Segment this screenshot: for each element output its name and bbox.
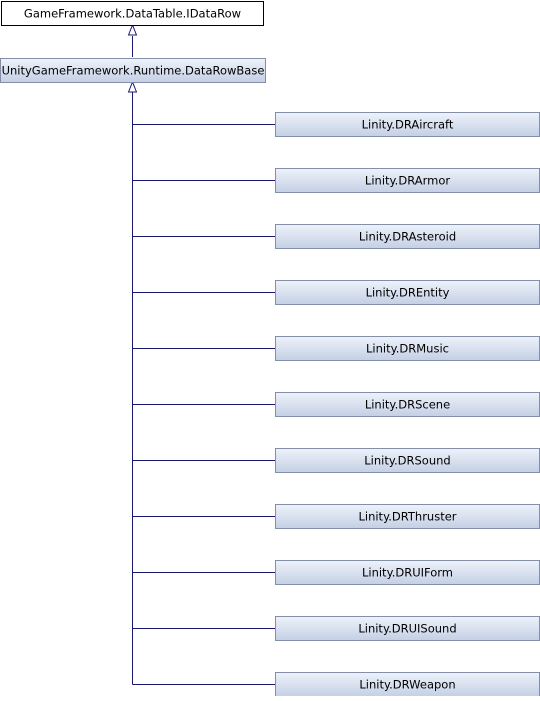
root-interface-node-label: GameFramework.DataTable.IDataRow — [24, 7, 241, 21]
derived-class-node-label: Linity.DRUIForm — [362, 566, 453, 580]
inheritance-arrowhead — [127, 80, 138, 93]
derived-class-node-label: Linity.DRScene — [365, 398, 450, 412]
derived-class-node[interactable]: Linity.DRArmor — [275, 168, 540, 193]
diagram-canvas: Linity.DRAircraft Linity.DRArmor Linity.DR… — [0, 1, 540, 697]
derived-class-node[interactable]: Linity.DRThruster — [275, 504, 540, 529]
derived-class-node[interactable]: Linity.DRMusic — [275, 336, 540, 361]
derived-class-node[interactable]: Linity.DRWeapon — [275, 672, 540, 697]
derived-class-node-label: Linity.DRUISound — [358, 622, 456, 636]
derived-class-node[interactable]: Linity.DRScene — [275, 392, 540, 417]
derived-class-node[interactable]: Linity.DREntity — [275, 280, 540, 305]
base-class-node-label: UnityGameFramework.Runtime.DataRowBase — [2, 64, 265, 78]
root-interface-node[interactable]: GameFramework.DataTable.IDataRow — [1, 1, 264, 26]
derived-class-node-label: Linity.DRThruster — [358, 510, 456, 524]
derived-class-node-label: Linity.DRWeapon — [359, 678, 455, 692]
derived-class-node[interactable]: Linity.DRAsteroid — [275, 224, 540, 249]
derived-class-node-label: Linity.DRSound — [364, 454, 450, 468]
derived-class-node[interactable]: Linity.DRUISound — [275, 616, 540, 641]
derived-class-node-label: Linity.DRMusic — [366, 342, 449, 356]
inheritance-edges — [127, 23, 275, 685]
derived-class-node[interactable]: Linity.DRUIForm — [275, 560, 540, 585]
derived-class-node[interactable]: Linity.DRAircraft — [275, 112, 540, 137]
base-class-node[interactable]: UnityGameFramework.Runtime.DataRowBase — [0, 58, 266, 83]
inheritance-arrowhead — [127, 23, 138, 36]
inheritance-diagram: Linity.DRAircraft Linity.DRArmor Linity.DR… — [0, 0, 540, 697]
derived-class-node[interactable]: Linity.DRSound — [275, 448, 540, 473]
derived-class-node-label: Linity.DRArmor — [365, 174, 450, 188]
derived-class-node-label: Linity.DRAsteroid — [359, 230, 456, 244]
derived-class-node-label: Linity.DREntity — [366, 286, 450, 300]
derived-class-node-label: Linity.DRAircraft — [362, 118, 454, 132]
